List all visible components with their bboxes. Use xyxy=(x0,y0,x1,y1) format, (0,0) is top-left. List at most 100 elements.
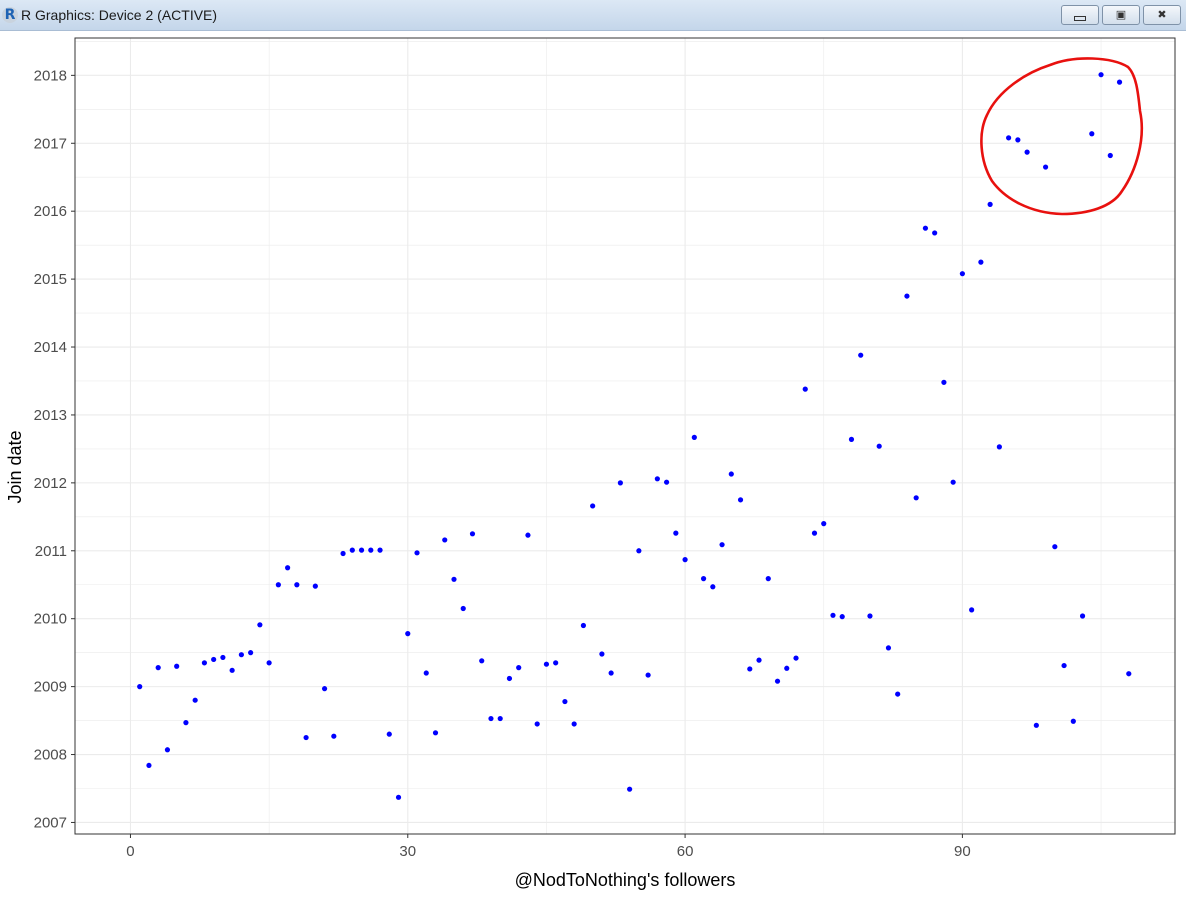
y-tick-label: 2015 xyxy=(34,271,67,288)
data-point xyxy=(848,436,855,442)
data-point xyxy=(700,576,707,582)
data-point xyxy=(395,794,402,800)
data-point xyxy=(691,434,697,440)
data-point xyxy=(599,651,605,657)
data-point xyxy=(331,733,337,739)
y-tick-label: 2009 xyxy=(34,679,67,696)
y-tick-label: 2007 xyxy=(34,814,67,831)
x-tick-label: 0 xyxy=(126,843,134,860)
data-point xyxy=(414,550,420,556)
data-point xyxy=(229,667,235,673)
data-point xyxy=(1033,722,1039,728)
data-point xyxy=(876,443,882,449)
data-point xyxy=(534,721,540,727)
plot-area: 0 30 60 90 2007 2008 2009 2010 2011 2012 2013 2014 2… xyxy=(0,31,1186,898)
y-tick-label: 2018 xyxy=(34,67,67,84)
data-point xyxy=(895,691,901,697)
data-point xyxy=(266,660,272,666)
data-point xyxy=(553,660,559,666)
scatter-chart: 0 30 60 90 2007 2008 2009 2010 2011 2012 2013 2014 2… xyxy=(5,37,1176,890)
data-point xyxy=(747,666,753,672)
data-point xyxy=(303,734,309,741)
data-point xyxy=(627,786,633,792)
y-tick-label: 2017 xyxy=(34,135,67,152)
data-point xyxy=(784,665,790,671)
data-point xyxy=(192,697,198,703)
data-point xyxy=(590,503,596,509)
data-point xyxy=(978,259,984,265)
data-point xyxy=(1116,79,1123,85)
data-point xyxy=(137,684,143,690)
maximize-icon: ▣ xyxy=(1115,8,1127,21)
data-point xyxy=(904,293,910,299)
data-point xyxy=(377,547,383,553)
axis-ticks: 0 30 60 90 2007 2008 2009 2010 2011 2012 2013 2014 2… xyxy=(34,67,971,860)
data-point xyxy=(516,665,522,671)
data-point xyxy=(432,730,439,736)
data-point xyxy=(710,584,716,590)
data-point xyxy=(201,660,208,666)
window-title: R Graphics: Device 2 (ACTIVE) xyxy=(21,7,218,23)
data-point xyxy=(497,715,503,722)
data-point xyxy=(155,665,161,671)
y-tick-label: 2016 xyxy=(34,203,67,220)
data-point xyxy=(969,607,975,613)
panel-border xyxy=(74,37,1176,835)
data-point xyxy=(294,582,300,588)
x-tick-label: 90 xyxy=(954,843,971,860)
data-point xyxy=(488,715,494,722)
r-logo-icon: R xyxy=(2,7,18,23)
data-point xyxy=(1126,671,1132,677)
data-point xyxy=(950,479,956,485)
data-point xyxy=(821,521,827,527)
data-point xyxy=(1015,137,1021,143)
data-point xyxy=(1042,164,1049,170)
maximize-button[interactable]: ▣ xyxy=(1102,5,1140,25)
y-axis-title: Join date xyxy=(5,430,25,503)
data-point xyxy=(386,731,392,737)
data-point xyxy=(349,547,355,553)
data-point xyxy=(174,663,180,669)
data-point xyxy=(839,614,845,620)
x-tick-label: 30 xyxy=(399,843,416,860)
data-point xyxy=(885,645,892,651)
data-point xyxy=(719,542,725,548)
data-point xyxy=(460,605,466,612)
data-point xyxy=(608,670,614,676)
data-point xyxy=(913,495,919,501)
data-point xyxy=(1024,149,1030,155)
data-point xyxy=(922,225,929,231)
data-point xyxy=(1052,544,1058,550)
data-point xyxy=(1089,131,1095,137)
data-point xyxy=(442,537,448,543)
data-point xyxy=(1061,662,1067,669)
data-point xyxy=(802,386,808,392)
minimize-button[interactable] xyxy=(1061,5,1099,25)
data-point xyxy=(423,670,429,676)
data-point xyxy=(562,698,568,705)
data-point xyxy=(858,352,864,358)
data-point xyxy=(506,675,513,682)
data-point xyxy=(673,530,679,536)
close-icon: ✖ xyxy=(1157,8,1167,21)
data-point xyxy=(340,550,346,557)
data-point xyxy=(275,582,281,588)
close-button[interactable]: ✖ xyxy=(1143,5,1181,25)
data-point xyxy=(1070,718,1076,724)
data-point xyxy=(368,547,374,553)
y-tick-label: 2010 xyxy=(34,611,67,628)
data-point xyxy=(756,657,762,663)
gridlines xyxy=(75,38,1175,834)
x-axis-title: @NodToNothing's followers xyxy=(515,870,736,890)
data-point xyxy=(830,612,836,618)
data-point xyxy=(312,583,318,589)
data-point xyxy=(257,622,263,628)
data-point xyxy=(987,201,993,207)
y-tick-label: 2014 xyxy=(34,339,67,356)
y-tick-label: 2012 xyxy=(34,475,67,492)
data-point xyxy=(654,476,660,482)
window-titlebar[interactable]: R R Graphics: Device 2 (ACTIVE) ▣ ✖ xyxy=(0,0,1186,31)
x-tick-label: 60 xyxy=(677,843,694,860)
data-point xyxy=(571,721,577,727)
data-point xyxy=(1098,72,1104,78)
